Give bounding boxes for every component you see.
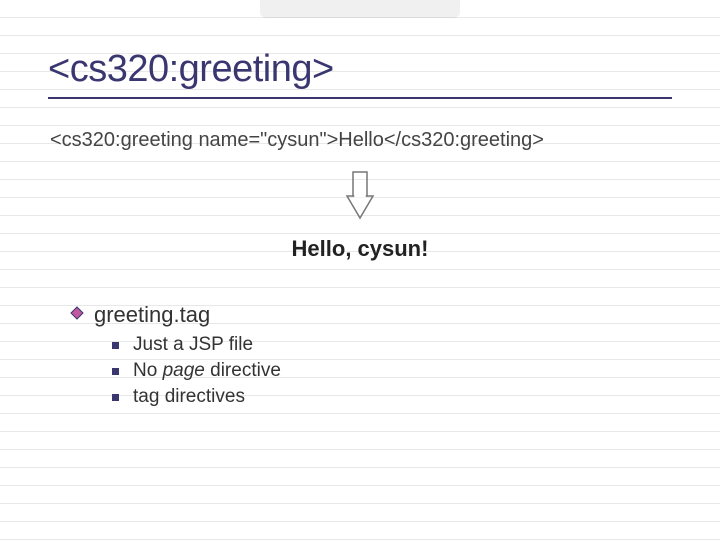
diamond-bullet-icon: [70, 306, 84, 325]
sub-item-text: No page directive: [133, 360, 281, 382]
slide-title: <cs320:greeting>: [48, 48, 672, 91]
bullet-item-greeting-tag: greeting.tag: [70, 302, 672, 328]
square-bullet-icon: [112, 342, 119, 349]
title-underline: [48, 97, 672, 99]
list-item: tag directives: [112, 386, 672, 408]
slide-content: <cs320:greeting> <cs320:greeting name="c…: [0, 0, 720, 408]
list-item: No page directive: [112, 360, 672, 382]
bullet-label: greeting.tag: [94, 302, 210, 328]
square-bullet-icon: [112, 368, 119, 375]
arrow-container: [48, 170, 672, 222]
bullet-section: greeting.tag Just a JSP file No page dir…: [70, 302, 672, 408]
output-text: Hello, cysun!: [48, 236, 672, 262]
code-example: <cs320:greeting name="cysun">Hello</cs32…: [50, 129, 672, 152]
sub-item-text: Just a JSP file: [133, 334, 253, 356]
list-item: Just a JSP file: [112, 334, 672, 356]
sub-item-text: tag directives: [133, 386, 245, 408]
sub-bullet-list: Just a JSP file No page directive tag di…: [112, 334, 672, 408]
down-arrow-icon: [340, 170, 380, 222]
square-bullet-icon: [112, 394, 119, 401]
